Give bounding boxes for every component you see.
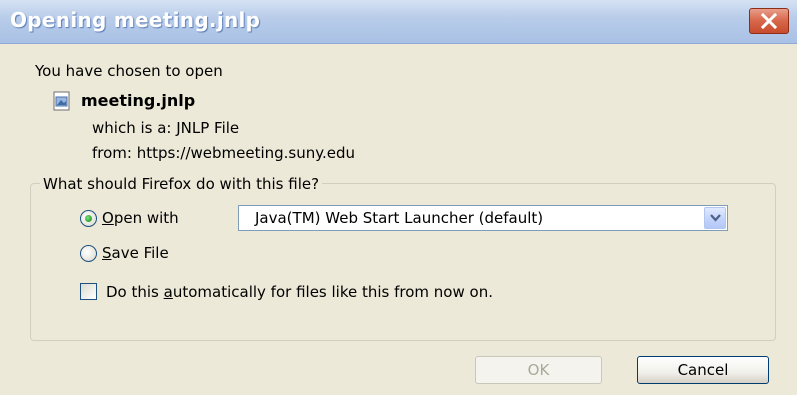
open-with-app-select[interactable]: Java(TM) Web Start Launcher (default) xyxy=(238,205,728,231)
download-dialog-window: Opening meeting.jnlp You have chosen to … xyxy=(0,0,797,395)
open-with-label-rest: pen with xyxy=(113,209,179,227)
save-file-radio[interactable] xyxy=(80,245,97,262)
ok-button[interactable]: OK xyxy=(475,356,602,384)
open-with-accel: O xyxy=(102,209,114,227)
intro-text: You have chosen to open xyxy=(35,62,223,80)
jnlp-file-icon xyxy=(53,91,70,111)
action-groupbox-legend: What should Firefox do with this file? xyxy=(40,175,323,193)
auto-action-label[interactable]: Do this automatically for files like thi… xyxy=(106,283,493,301)
file-type-text: which is a: JNLP File xyxy=(92,119,240,137)
auto-action-label-rest: utomatically for files like this from no… xyxy=(172,283,493,301)
open-with-label[interactable]: Open with xyxy=(102,209,179,227)
file-source-text: from: https://webmeeting.suny.edu xyxy=(92,144,356,162)
auto-action-accel: a xyxy=(163,283,173,301)
window-title: Opening meeting.jnlp xyxy=(10,8,261,32)
radio-selected-dot xyxy=(85,215,92,222)
dropdown-button[interactable] xyxy=(704,207,726,229)
title-bar[interactable]: Opening meeting.jnlp xyxy=(0,0,797,44)
close-button[interactable] xyxy=(749,8,789,34)
save-file-label[interactable]: Save File xyxy=(102,244,169,262)
open-with-app-value: Java(TM) Web Start Launcher (default) xyxy=(255,209,544,227)
save-file-label-rest: ave File xyxy=(111,244,169,262)
auto-action-label-pre: Do this xyxy=(106,283,164,301)
cancel-button[interactable]: Cancel xyxy=(637,356,769,384)
save-file-accel: S xyxy=(102,244,112,262)
file-name: meeting.jnlp xyxy=(81,91,196,110)
chevron-down-icon xyxy=(710,214,721,222)
open-with-radio[interactable] xyxy=(80,210,97,227)
auto-action-checkbox[interactable] xyxy=(80,283,97,300)
close-icon xyxy=(761,13,777,29)
